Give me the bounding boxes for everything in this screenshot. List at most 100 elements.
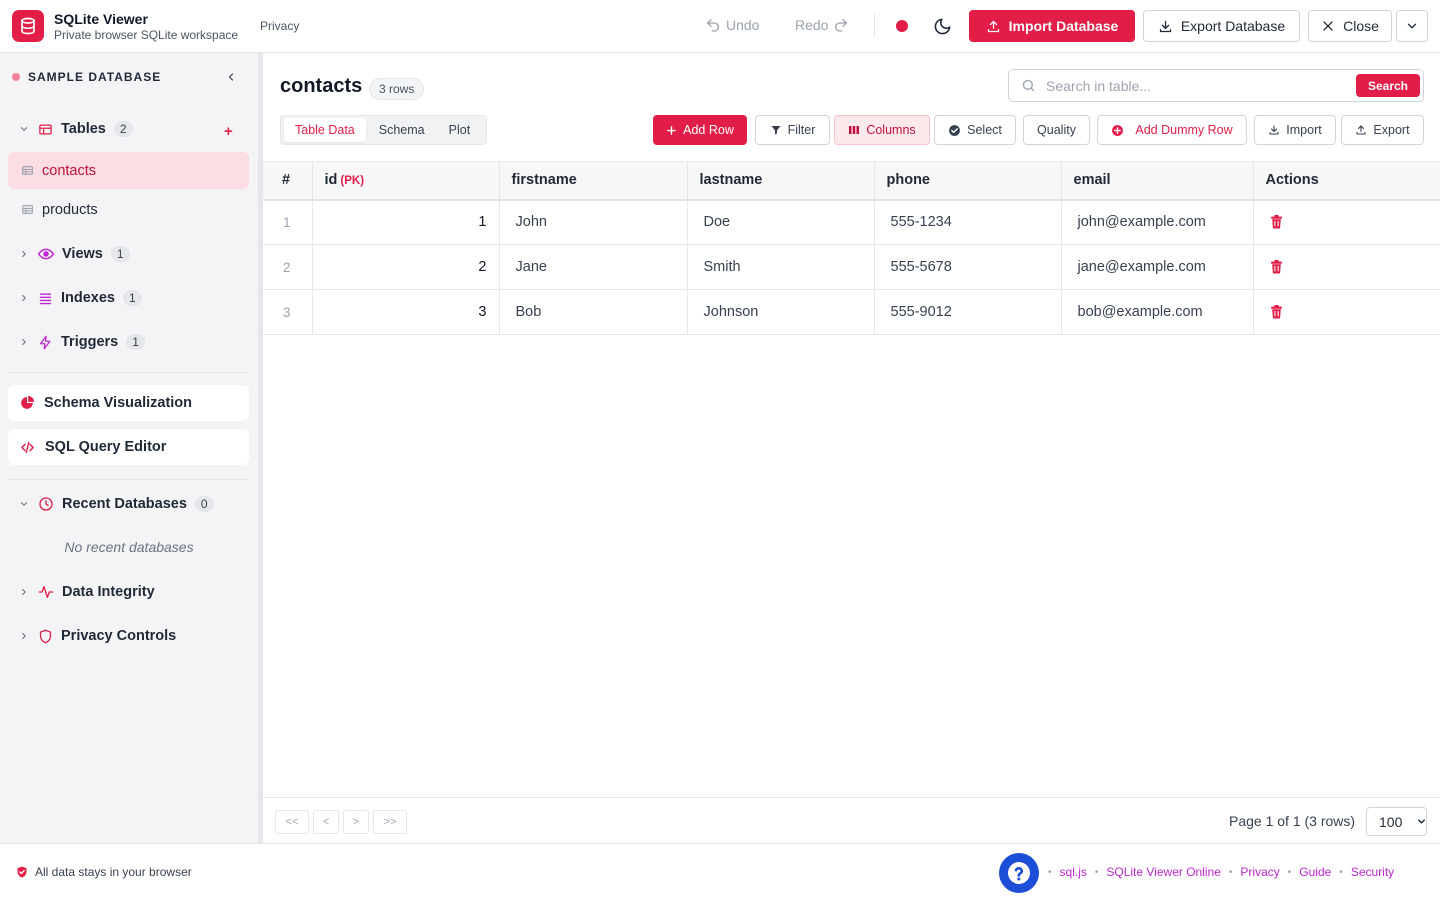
search-input[interactable]: [1046, 77, 1346, 94]
plus-icon: [666, 125, 677, 136]
first-page-button[interactable]: <<: [275, 810, 309, 834]
cell-lastname[interactable]: Doe: [687, 199, 875, 245]
filter-label: Filter: [787, 123, 816, 137]
import-button[interactable]: Import: [1254, 115, 1336, 145]
cell-id[interactable]: 3: [312, 289, 500, 335]
import-database-button[interactable]: Import Database: [969, 10, 1135, 42]
column-header-id[interactable]: id (PK): [312, 161, 500, 201]
sidebar-section-data-integrity[interactable]: Data Integrity: [18, 584, 155, 600]
quality-button[interactable]: Quality: [1023, 115, 1090, 145]
tables-label: Tables: [61, 121, 106, 137]
sidebar-section-triggers[interactable]: Triggers 1: [18, 334, 145, 350]
link-separator: •: [1287, 866, 1292, 878]
undo-icon: [707, 19, 719, 32]
views-label: Views: [62, 246, 103, 262]
link-separator: •: [1228, 866, 1233, 878]
footer-link-guide[interactable]: Guide: [1299, 865, 1331, 879]
cell-phone[interactable]: 555-9012: [874, 289, 1062, 335]
last-page-button[interactable]: >>: [373, 810, 407, 834]
table-row: 3 3 Bob Johnson 555-9012 bob@example.com: [263, 289, 1440, 335]
sidebar-divider: [8, 479, 249, 480]
prev-page-button[interactable]: <: [313, 810, 339, 834]
cell-firstname[interactable]: Jane: [499, 244, 688, 290]
sidebar-section-views[interactable]: Views 1: [18, 246, 130, 262]
select-button[interactable]: Select: [934, 115, 1016, 145]
columns-label: Columns: [866, 123, 916, 137]
cell-firstname[interactable]: John: [499, 199, 688, 245]
chevron-down-icon: [18, 499, 30, 509]
trash-icon[interactable]: [1270, 260, 1440, 274]
header-divider: [874, 14, 875, 38]
plus-circle-icon: [1111, 124, 1124, 137]
cell-lastname[interactable]: Smith: [687, 244, 875, 290]
search-button[interactable]: Search: [1355, 74, 1420, 97]
footer-link-security[interactable]: Security: [1351, 865, 1394, 879]
close-icon: [1323, 21, 1333, 31]
shield-check-icon: [16, 866, 28, 878]
footer-link-sqlite-viewer-online[interactable]: SQLite Viewer Online: [1106, 865, 1221, 879]
sidebar-item-products[interactable]: products: [8, 191, 249, 228]
chevron-down-icon: [1416, 816, 1427, 827]
column-header-firstname[interactable]: firstname: [499, 161, 688, 201]
trash-icon[interactable]: [1270, 305, 1440, 319]
page-size-select[interactable]: 100: [1366, 807, 1427, 836]
column-header-lastname[interactable]: lastname: [687, 161, 875, 201]
columns-button[interactable]: Columns: [834, 115, 930, 145]
trash-icon[interactable]: [1270, 215, 1440, 229]
redo-button[interactable]: Redo: [795, 17, 849, 33]
add-row-button[interactable]: Add Row: [653, 115, 747, 145]
footer-link-privacy[interactable]: Privacy: [1240, 865, 1279, 879]
tab-table-data[interactable]: Table Data: [284, 118, 366, 142]
help-icon[interactable]: [999, 853, 1039, 893]
filter-icon: [770, 124, 782, 136]
tab-schema[interactable]: Schema: [368, 118, 436, 142]
sidebar-section-indexes[interactable]: Indexes 1: [18, 290, 142, 306]
shield-icon: [38, 629, 53, 644]
close-button[interactable]: Close: [1308, 10, 1392, 42]
cell-id[interactable]: 2: [312, 244, 500, 290]
table-row: 1 1 John Doe 555-1234 john@example.com: [263, 199, 1440, 245]
cell-lastname[interactable]: Johnson: [687, 289, 875, 335]
column-header-phone[interactable]: phone: [874, 161, 1062, 201]
record-icon[interactable]: [896, 20, 908, 32]
sidebar-item-contacts[interactable]: contacts: [8, 152, 249, 189]
page-info: Page 1 of 1 (3 rows): [1229, 813, 1356, 829]
tab-plot[interactable]: Plot: [438, 118, 482, 142]
privacy-note: All data stays in your browser: [16, 865, 192, 879]
export-database-label: Export Database: [1180, 18, 1286, 34]
quality-label: Quality: [1037, 123, 1076, 137]
privacy-link[interactable]: Privacy: [260, 19, 299, 33]
add-table-button[interactable]: +: [224, 123, 233, 140]
column-header-email[interactable]: email: [1061, 161, 1254, 201]
add-dummy-row-button[interactable]: Add Dummy Row: [1097, 115, 1247, 145]
cell-phone[interactable]: 555-5678: [874, 244, 1062, 290]
export-button[interactable]: Export: [1341, 115, 1424, 145]
cell-email[interactable]: jane@example.com: [1061, 244, 1254, 290]
cell-email[interactable]: bob@example.com: [1061, 289, 1254, 335]
more-menu-button[interactable]: [1396, 10, 1428, 42]
filter-button[interactable]: Filter: [755, 115, 830, 145]
main-panel: contacts 3 rows Search Table Data Schema…: [263, 53, 1440, 843]
sidebar-section-privacy-controls[interactable]: Privacy Controls: [18, 628, 176, 644]
chevron-left-icon[interactable]: [225, 71, 237, 83]
chevron-down-icon: [18, 124, 30, 134]
next-page-button[interactable]: >: [343, 810, 369, 834]
undo-button[interactable]: Undo: [705, 17, 759, 33]
schema-visualization-button[interactable]: Schema Visualization: [8, 385, 249, 421]
cell-id[interactable]: 1: [312, 199, 500, 245]
indexes-label: Indexes: [61, 290, 115, 306]
cell-phone[interactable]: 555-1234: [874, 199, 1062, 245]
sql-query-editor-button[interactable]: SQL Query Editor: [8, 429, 249, 465]
sidebar-section-recent[interactable]: Recent Databases 0: [18, 496, 214, 512]
cell-email[interactable]: john@example.com: [1061, 199, 1254, 245]
chevron-right-icon: [18, 587, 30, 597]
footer-link-sqljs[interactable]: sql.js: [1060, 865, 1087, 879]
data-integrity-label: Data Integrity: [62, 584, 155, 600]
moon-icon[interactable]: [933, 17, 952, 36]
upload-icon: [1355, 124, 1367, 136]
export-database-button[interactable]: Export Database: [1143, 10, 1300, 42]
rows-badge: 3 rows: [369, 78, 425, 100]
sidebar-section-tables[interactable]: Tables 2: [18, 121, 133, 137]
recent-count: 0: [194, 496, 214, 512]
cell-firstname[interactable]: Bob: [499, 289, 688, 335]
